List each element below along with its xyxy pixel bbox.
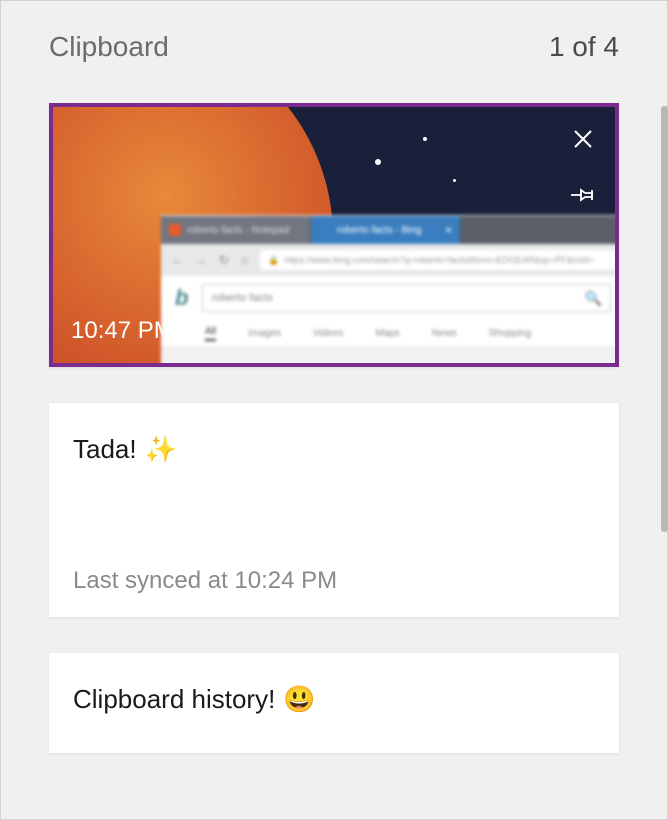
clipboard-panel: Clipboard 1 of 4 roberto facts - Notepad [0,0,668,820]
text-content-wrapper: Clipboard history! 😃 [49,653,619,753]
text-content: Clipboard history! 😃 [73,681,595,717]
clipboard-item-text[interactable]: Clipboard history! 😃 [49,653,619,753]
panel-title: Clipboard [49,31,169,63]
text-content-wrapper: Tada! ✨ Last synced at 10:24 PM [49,403,619,617]
clip-text: Tada! [73,431,137,467]
clip-text: Clipboard history! [73,681,275,717]
clipboard-item-image[interactable]: roberto facts - Notepad roberto facts - … [49,103,619,367]
panel-header: Clipboard 1 of 4 [1,1,667,83]
clipboard-items-list[interactable]: roberto facts - Notepad roberto facts - … [1,83,667,819]
item-timestamp: 10:47 PM [71,317,174,345]
pin-button[interactable] [567,179,599,211]
scrollbar-thumb[interactable] [661,106,668,532]
text-content: Tada! ✨ [73,431,595,467]
sync-status: Last synced at 10:24 PM [73,567,595,595]
pin-icon [570,186,596,204]
delete-button[interactable] [567,123,599,155]
clipboard-item-text[interactable]: Tada! ✨ Last synced at 10:24 PM [49,403,619,617]
sparkles-icon: ✨ [145,431,177,467]
smiley-icon: 😃 [283,681,315,717]
item-actions [567,123,599,211]
close-icon [572,128,594,150]
item-counter: 1 of 4 [549,31,619,63]
image-thumbnail: roberto facts - Notepad roberto facts - … [53,107,615,363]
